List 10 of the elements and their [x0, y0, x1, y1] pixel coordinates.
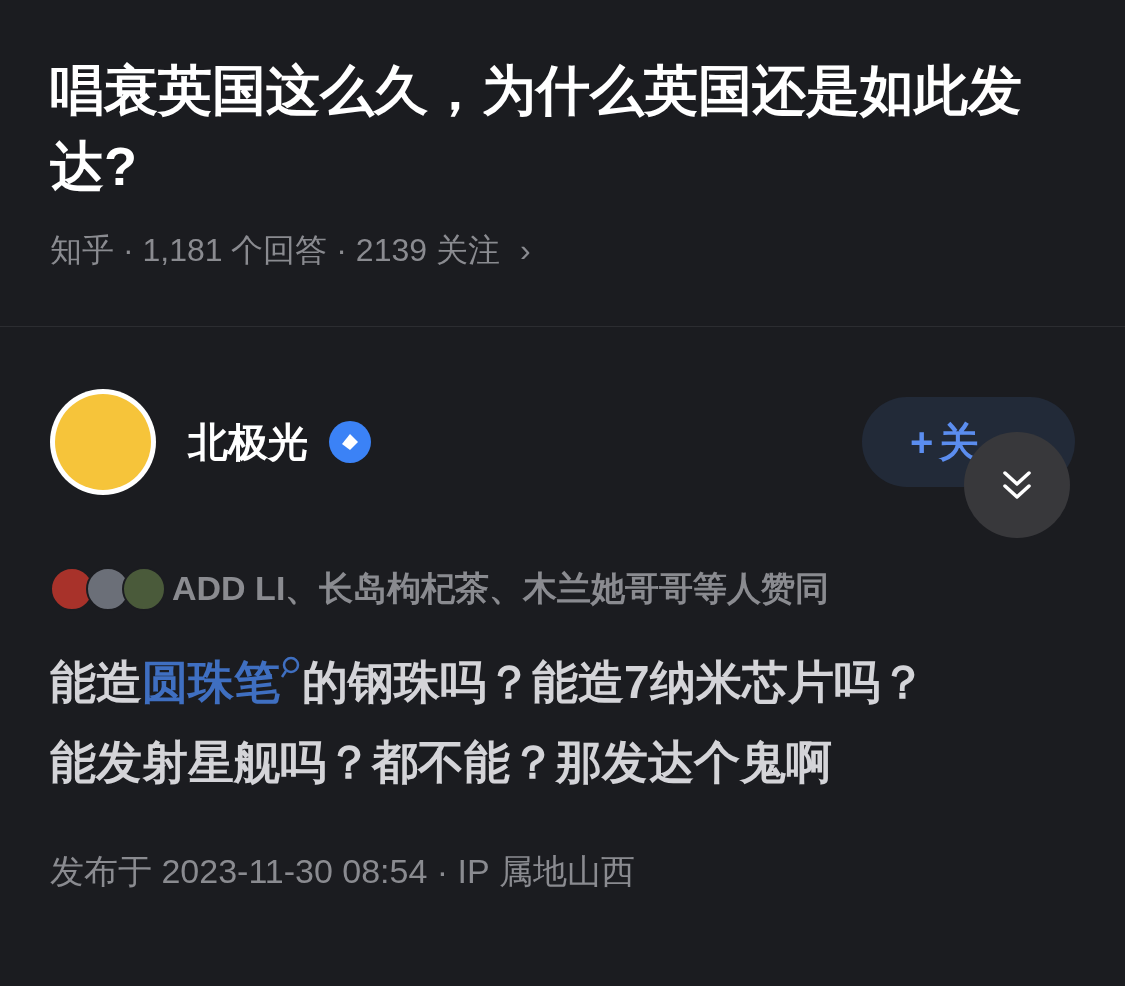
keyword-link[interactable]: 圆珠笔	[142, 656, 302, 708]
avatar[interactable]	[50, 389, 156, 495]
answer-text: 能造圆珠笔 的钢珠吗？能造7纳米芯片吗？能发射星舰吗？都不能？那发达个鬼啊	[50, 655, 927, 790]
search-icon	[280, 656, 302, 680]
author-name[interactable]: 北极光	[188, 412, 308, 472]
voters-text: ADD LI、长岛枸杞茶、木兰她哥哥等人赞同	[172, 568, 830, 609]
post-info: 发布于 2023-11-30 08:54 · IP 属地山西	[50, 851, 635, 892]
chevron[interactable]: ›	[519, 226, 531, 274]
question-meta: 知乎 · 1,181 个回答 · 2139 关注	[50, 231, 500, 270]
question-title: 唱衰英国这么久，为什么英国还是如此发达?	[50, 59, 1023, 198]
